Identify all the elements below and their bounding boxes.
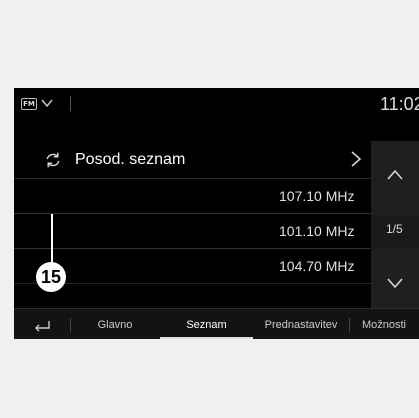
- station-frequency: 107.10 MHz: [279, 188, 355, 204]
- bottom-tab-bar: Glavno Seznam Prednastavitev Možnosti: [14, 308, 419, 339]
- chevron-down-icon[interactable]: [40, 97, 54, 109]
- update-list-row[interactable]: Posod. seznam: [14, 141, 371, 179]
- chevron-up-icon: [387, 169, 403, 180]
- tab-presets[interactable]: Prednastavitev: [253, 309, 349, 339]
- page-indicator: 1/5: [386, 222, 403, 236]
- status-divider: [70, 96, 71, 111]
- update-list-label: Posod. seznam: [75, 151, 186, 168]
- tab-main[interactable]: Glavno: [70, 309, 160, 339]
- back-arrow-icon: [35, 320, 50, 331]
- station-row[interactable]: 107.10 MHz: [14, 178, 371, 214]
- clock: 11:02: [380, 94, 419, 114]
- tab-options[interactable]: Možnosti: [349, 309, 419, 339]
- station-list: Posod. seznam 107.10 MHz 101.10 MHz 104.…: [14, 141, 371, 323]
- status-bar: FM 11:02: [14, 88, 419, 120]
- refresh-icon: [46, 152, 60, 168]
- station-row[interactable]: 101.10 MHz: [14, 213, 371, 249]
- scroll-panel: 1/5: [371, 141, 419, 323]
- chevron-right-icon: [351, 151, 362, 167]
- chevron-down-icon: [387, 278, 403, 289]
- radio-screen: FM 11:02 Posod. seznam 107.10 MHz 101.10…: [14, 88, 419, 339]
- tab-list[interactable]: Seznam: [160, 309, 253, 339]
- callout-line: [51, 214, 53, 264]
- back-button[interactable]: [14, 309, 70, 339]
- station-frequency: 101.10 MHz: [279, 223, 355, 239]
- callout-badge: 15: [36, 262, 66, 292]
- station-row[interactable]: 104.70 MHz: [14, 248, 371, 284]
- band-badge[interactable]: FM: [21, 98, 37, 110]
- station-frequency: 104.70 MHz: [279, 258, 355, 274]
- scroll-up-button[interactable]: [371, 141, 419, 215]
- active-tab-indicator: [160, 337, 253, 339]
